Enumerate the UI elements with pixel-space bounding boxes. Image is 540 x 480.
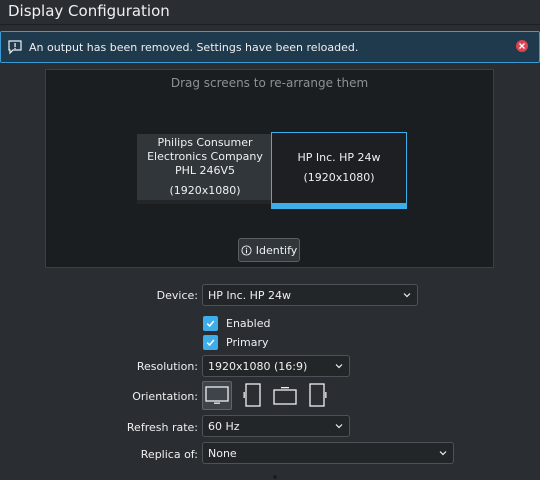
device-select[interactable]: HP Inc. HP 24w	[202, 284, 418, 306]
monitor-resolution: (1920x1080)	[303, 171, 375, 184]
title-divider	[0, 24, 540, 25]
replica-of-value: None	[208, 446, 237, 460]
checkmark-icon	[203, 316, 218, 331]
info-banner: An output has been removed. Settings hav…	[0, 31, 540, 63]
screen-arrangement-area[interactable]: Drag screens to re-arrange them Philips …	[45, 69, 494, 268]
replica-of-select[interactable]: None	[202, 442, 454, 464]
monitor-name: HP Inc. HP 24w	[297, 151, 381, 164]
landscape-monitor-icon	[205, 385, 229, 404]
resolution-select[interactable]: 1920x1080 (16:9)	[202, 355, 350, 377]
monitor-philips[interactable]: Philips Consumer Electronics Company PHL…	[137, 134, 273, 204]
monitor-name: Philips Consumer Electronics Company PHL…	[147, 136, 263, 177]
portrait-flipped-monitor-icon	[309, 382, 327, 407]
resolution-label: Resolution:	[136, 360, 198, 373]
chevron-down-icon	[335, 364, 343, 369]
device-label: Device:	[156, 289, 198, 302]
warning-speech-icon	[7, 39, 23, 55]
monitor-hp[interactable]: HP Inc. HP 24w (1920x1080)	[271, 132, 407, 209]
refresh-rate-select[interactable]: 60 Hz	[202, 415, 350, 437]
orientation-landscape-button[interactable]	[202, 381, 232, 410]
chevron-down-icon	[439, 451, 447, 456]
scroll-indicator	[273, 475, 277, 479]
identify-button[interactable]: Identify	[238, 238, 300, 262]
primary-label: Primary	[226, 336, 269, 349]
orientation-label: Orientation:	[132, 390, 198, 403]
orientation-landscape-flipped-button[interactable]	[270, 381, 300, 410]
checkmark-icon	[203, 335, 218, 350]
enabled-checkbox[interactable]: Enabled	[203, 316, 270, 331]
chevron-down-icon	[403, 293, 411, 298]
resolution-value: 1920x1080 (16:9)	[208, 359, 308, 373]
primary-checkbox[interactable]: Primary	[203, 335, 269, 350]
orientation-portrait-flipped-button[interactable]	[304, 381, 330, 410]
enabled-label: Enabled	[226, 317, 271, 330]
portrait-monitor-icon	[243, 382, 261, 407]
page-title: Display Configuration	[8, 2, 170, 20]
identify-label: Identify	[255, 243, 298, 257]
replica-of-label: Replica of:	[140, 448, 198, 461]
refresh-rate-value: 60 Hz	[208, 419, 240, 433]
chevron-down-icon	[335, 424, 343, 429]
refresh-rate-label: Refresh rate:	[126, 421, 198, 434]
drag-hint: Drag screens to re-arrange them	[170, 76, 369, 90]
device-value: HP Inc. HP 24w	[208, 288, 292, 302]
orientation-portrait-button[interactable]	[240, 381, 266, 410]
landscape-flipped-monitor-icon	[273, 386, 297, 405]
info-icon	[241, 244, 256, 256]
banner-message: An output has been removed. Settings hav…	[29, 40, 359, 54]
close-icon[interactable]	[516, 40, 528, 52]
monitor-resolution: (1920x1080)	[169, 184, 241, 197]
